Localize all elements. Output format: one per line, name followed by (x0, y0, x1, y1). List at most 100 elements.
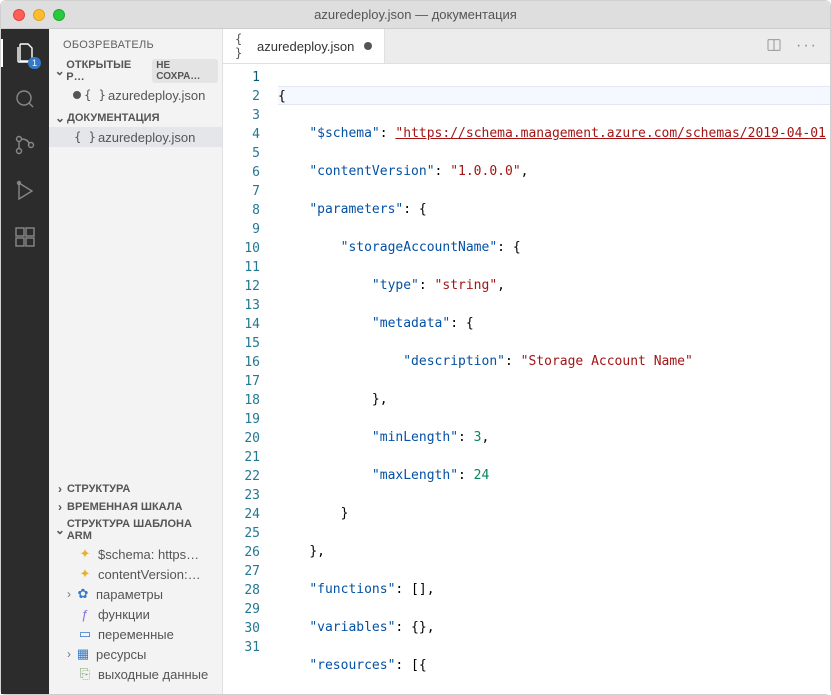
tab-azuredeploy[interactable]: { } azuredeploy.json (223, 29, 385, 63)
line-number: 18 (223, 391, 260, 410)
editor-tabs: { } azuredeploy.json ··· (223, 29, 830, 64)
chevron-down-icon: ⌄ (53, 111, 67, 125)
line-number: 8 (223, 201, 260, 220)
dirty-dot-icon (364, 42, 372, 50)
gear-icon: ✿ (75, 586, 91, 602)
section-outline[interactable]: › СТРУКТУРА (49, 480, 222, 498)
activity-scm[interactable] (11, 131, 39, 159)
arm-item-label: ресурсы (96, 647, 146, 662)
line-number: 23 (223, 486, 260, 505)
window-title: azuredeploy.json — документация (1, 7, 830, 22)
variable-icon: ▭ (77, 626, 93, 642)
section-timeline[interactable]: › ВРЕМЕННАЯ ШКАЛА (49, 498, 222, 516)
line-number: 24 (223, 505, 260, 524)
line-number: 7 (223, 182, 260, 201)
code-area[interactable]: 1234567891011121314151617181920212223242… (223, 64, 830, 694)
window-minimize-button[interactable] (33, 9, 45, 21)
line-number: 3 (223, 106, 260, 125)
line-number: 20 (223, 429, 260, 448)
line-number: 5 (223, 144, 260, 163)
arm-item-variables[interactable]: ▭ переменные (49, 624, 222, 644)
arm-item-outputs[interactable]: ⎘ выходные данные (49, 664, 222, 684)
line-number: 6 (223, 163, 260, 182)
chevron-down-icon: ⌄ (53, 523, 67, 537)
line-number: 1 (223, 68, 260, 87)
key-icon: ✦ (77, 566, 93, 582)
line-number: 31 (223, 638, 260, 657)
chevron-right-icon: › (63, 647, 75, 661)
line-number: 21 (223, 448, 260, 467)
search-icon (13, 87, 37, 111)
window-close-button[interactable] (13, 9, 25, 21)
open-editor-filename: azuredeploy.json (108, 88, 205, 103)
extensions-icon (13, 225, 37, 249)
chevron-down-icon: ⌄ (53, 64, 66, 78)
workspace-file-item[interactable]: { } azuredeploy.json (49, 127, 222, 147)
line-number: 2 (223, 87, 260, 106)
open-editors-badge: НЕ СОХРА… (152, 59, 218, 83)
arm-item-label: $schema: https… (98, 547, 199, 562)
sidebar: ОБОЗРЕВАТЕЛЬ ⌄ ОТКРЫТЫЕ Р… НЕ СОХРА… { }… (49, 29, 223, 694)
line-number: 10 (223, 239, 260, 258)
source-control-icon (13, 133, 37, 157)
split-editor-button[interactable] (766, 37, 782, 56)
section-workspace[interactable]: ⌄ ДОКУМЕНТАЦИЯ (49, 109, 222, 127)
outline-label: СТРУКТУРА (67, 483, 130, 495)
code-content[interactable]: { "$schema": "https://schema.management.… (278, 64, 830, 694)
key-icon: ✦ (77, 546, 93, 562)
explorer-badge: 1 (28, 57, 41, 69)
workspace-filename: azuredeploy.json (98, 130, 195, 145)
open-editors-label: ОТКРЫТЫЕ Р… (66, 59, 148, 83)
activity-explorer[interactable]: 1 (11, 39, 39, 67)
chevron-right-icon: › (53, 500, 67, 514)
activity-search[interactable] (11, 85, 39, 113)
arm-item-label: выходные данные (98, 667, 208, 682)
arm-item-label: contentVersion:… (98, 567, 201, 582)
line-number: 15 (223, 334, 260, 353)
activity-extensions[interactable] (11, 223, 39, 251)
line-number: 30 (223, 619, 260, 638)
arm-item-contentversion[interactable]: ✦ contentVersion:… (49, 564, 222, 584)
sidebar-title: ОБОЗРЕВАТЕЛЬ (49, 29, 222, 57)
arm-item-schema[interactable]: ✦ $schema: https… (49, 544, 222, 564)
arm-item-functions[interactable]: ƒ функции (49, 604, 222, 624)
line-number: 13 (223, 296, 260, 315)
chevron-right-icon: › (53, 482, 67, 496)
arm-item-label: параметры (96, 587, 163, 602)
output-icon: ⎘ (77, 666, 93, 682)
arm-item-resources[interactable]: › ▦ ресурсы (49, 644, 222, 664)
line-number: 26 (223, 543, 260, 562)
json-file-icon: { } (87, 87, 103, 103)
line-number: 17 (223, 372, 260, 391)
line-number: 28 (223, 581, 260, 600)
window-maximize-button[interactable] (53, 9, 65, 21)
arm-item-label: функции (98, 607, 150, 622)
function-icon: ƒ (77, 606, 93, 622)
arm-item-label: переменные (98, 627, 174, 642)
line-number: 16 (223, 353, 260, 372)
timeline-label: ВРЕМЕННАЯ ШКАЛА (67, 501, 182, 513)
arm-item-parameters[interactable]: › ✿ параметры (49, 584, 222, 604)
line-number: 19 (223, 410, 260, 429)
line-number: 12 (223, 277, 260, 296)
tab-filename: azuredeploy.json (257, 39, 354, 54)
editor: { } azuredeploy.json ··· 123456789101112… (223, 29, 830, 694)
resource-icon: ▦ (75, 646, 91, 662)
line-number: 29 (223, 600, 260, 619)
chevron-right-icon: › (63, 587, 75, 601)
activity-bar: 1 (1, 29, 49, 694)
debug-icon (13, 179, 37, 203)
section-open-editors[interactable]: ⌄ ОТКРЫТЫЕ Р… НЕ СОХРА… (49, 57, 222, 85)
line-number: 11 (223, 258, 260, 277)
split-icon (766, 37, 782, 53)
open-editor-item[interactable]: { } azuredeploy.json (49, 85, 222, 105)
section-arm-template[interactable]: ⌄ СТРУКТУРА ШАБЛОНА ARM (49, 516, 222, 544)
line-number: 25 (223, 524, 260, 543)
line-number: 14 (223, 315, 260, 334)
line-number: 22 (223, 467, 260, 486)
workspace-label: ДОКУМЕНТАЦИЯ (67, 112, 160, 124)
activity-debug[interactable] (11, 177, 39, 205)
more-actions-button[interactable]: ··· (796, 37, 818, 55)
json-file-icon: { } (235, 38, 251, 54)
line-number: 9 (223, 220, 260, 239)
